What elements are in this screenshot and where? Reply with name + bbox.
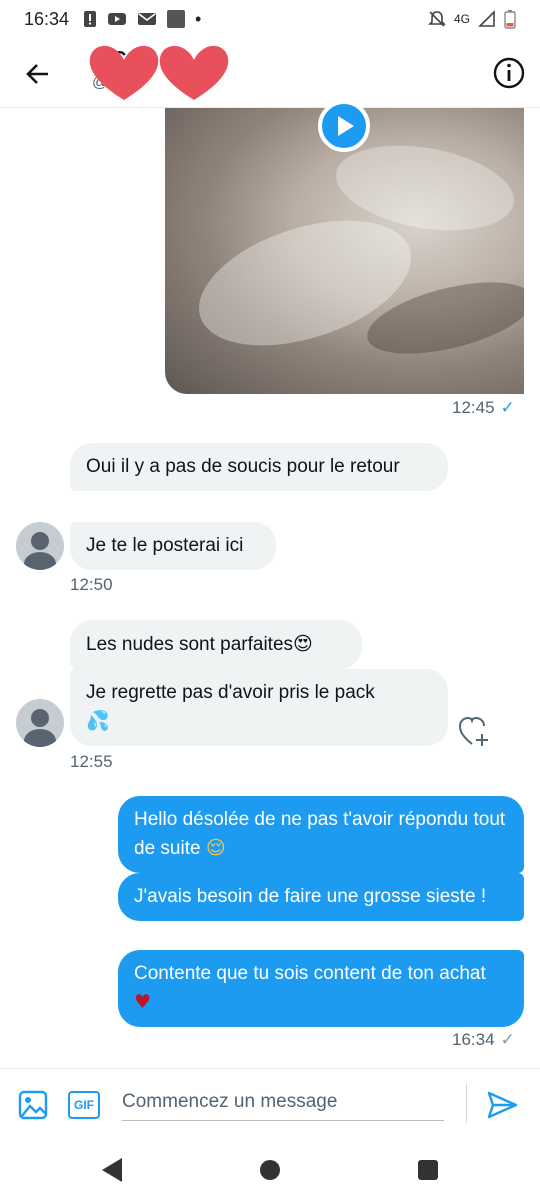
message-timestamp: 12:45 ✓ — [452, 398, 515, 418]
sent-check-icon: ✓ — [500, 398, 515, 417]
arrow-left-icon[interactable] — [20, 56, 56, 92]
gif-icon[interactable]: GIF — [68, 1091, 100, 1119]
message-text: Les nudes sont parfaites — [86, 634, 294, 655]
mail-icon — [138, 13, 157, 25]
outgoing-message[interactable]: Contente que tu sois content de ton acha… — [118, 950, 524, 1027]
send-icon[interactable] — [486, 1089, 518, 1121]
mute-icon — [428, 11, 446, 27]
message-text: Hello désolée de ne pas t'avoir répondu … — [134, 809, 506, 859]
sent-check-icon: ✓ — [500, 1030, 515, 1049]
nav-home-icon[interactable] — [260, 1160, 280, 1180]
battery-icon — [504, 10, 516, 29]
message-text: Je te le posterai ici — [86, 535, 244, 556]
relieved-emoji-icon: 😌 — [205, 837, 226, 859]
message-composer: GIF — [0, 1068, 540, 1138]
timestamp-text: 16:34 — [452, 1030, 495, 1049]
composer-divider — [466, 1083, 467, 1123]
message-timestamp: 12:50 — [70, 575, 113, 594]
red-heart-emoji-icon: ♥ — [134, 991, 152, 1013]
notification-icons: • — [83, 9, 201, 30]
heart-eyes-emoji-icon: 😍 — [293, 633, 313, 655]
outgoing-message[interactable]: J'avais besoin de faire une grosse siest… — [118, 873, 524, 921]
message-timestamp: 12:55 — [70, 752, 113, 771]
message-text: Je regrette pas d'avoir pris le pack — [86, 682, 375, 703]
incoming-message[interactable]: Je te le posterai ici — [70, 522, 276, 570]
nav-recents-icon[interactable] — [418, 1160, 438, 1180]
message-text: J'avais besoin de faire une grosse siest… — [134, 886, 487, 907]
avatar-head — [31, 532, 49, 550]
incoming-message[interactable]: Oui il y a pas de soucis pour le retour — [70, 443, 448, 491]
status-time: 16:34 — [24, 8, 70, 29]
message-input[interactable] — [122, 1083, 444, 1121]
incoming-message[interactable]: Les nudes sont parfaites😍 — [70, 620, 362, 669]
more-notifications-icon: • — [195, 8, 202, 29]
outgoing-message[interactable]: Hello désolée de ne pas t'avoir répondu … — [118, 796, 524, 873]
heart-plus-icon[interactable] — [458, 716, 492, 748]
network-type: 4G — [453, 12, 470, 26]
signal-icon — [478, 10, 495, 27]
timestamp-text: 12:45 — [452, 398, 495, 417]
status-bar: 16:34 • 4G — [0, 0, 540, 38]
nav-back-icon[interactable] — [102, 1158, 122, 1182]
conversation-header: B C @ Cs — [0, 38, 540, 108]
avatar-head — [31, 709, 49, 727]
incoming-message[interactable]: Je regrette pas d'avoir pris le pack 💦 — [70, 669, 448, 746]
message-text: Contente que tu sois content de ton acha… — [134, 963, 486, 984]
app-icon — [167, 10, 186, 28]
system-icons: 4G — [428, 9, 516, 29]
play-icon[interactable] — [318, 100, 370, 152]
avatar[interactable] — [16, 699, 64, 747]
message-timestamp: 16:34 ✓ — [452, 1030, 515, 1050]
message-text: Oui il y a pas de soucis pour le retour — [86, 456, 400, 477]
avatar[interactable] — [16, 522, 64, 570]
info-icon[interactable] — [492, 56, 526, 90]
image-icon[interactable] — [18, 1090, 48, 1120]
youtube-icon — [108, 13, 127, 25]
heart-stickers-icon — [89, 45, 229, 100]
alert-icon — [84, 11, 97, 27]
avatar-body — [24, 552, 56, 570]
avatar-body — [24, 729, 56, 747]
droplets-emoji-icon: 💦 — [86, 710, 110, 732]
navigation-bar — [0, 1140, 540, 1200]
